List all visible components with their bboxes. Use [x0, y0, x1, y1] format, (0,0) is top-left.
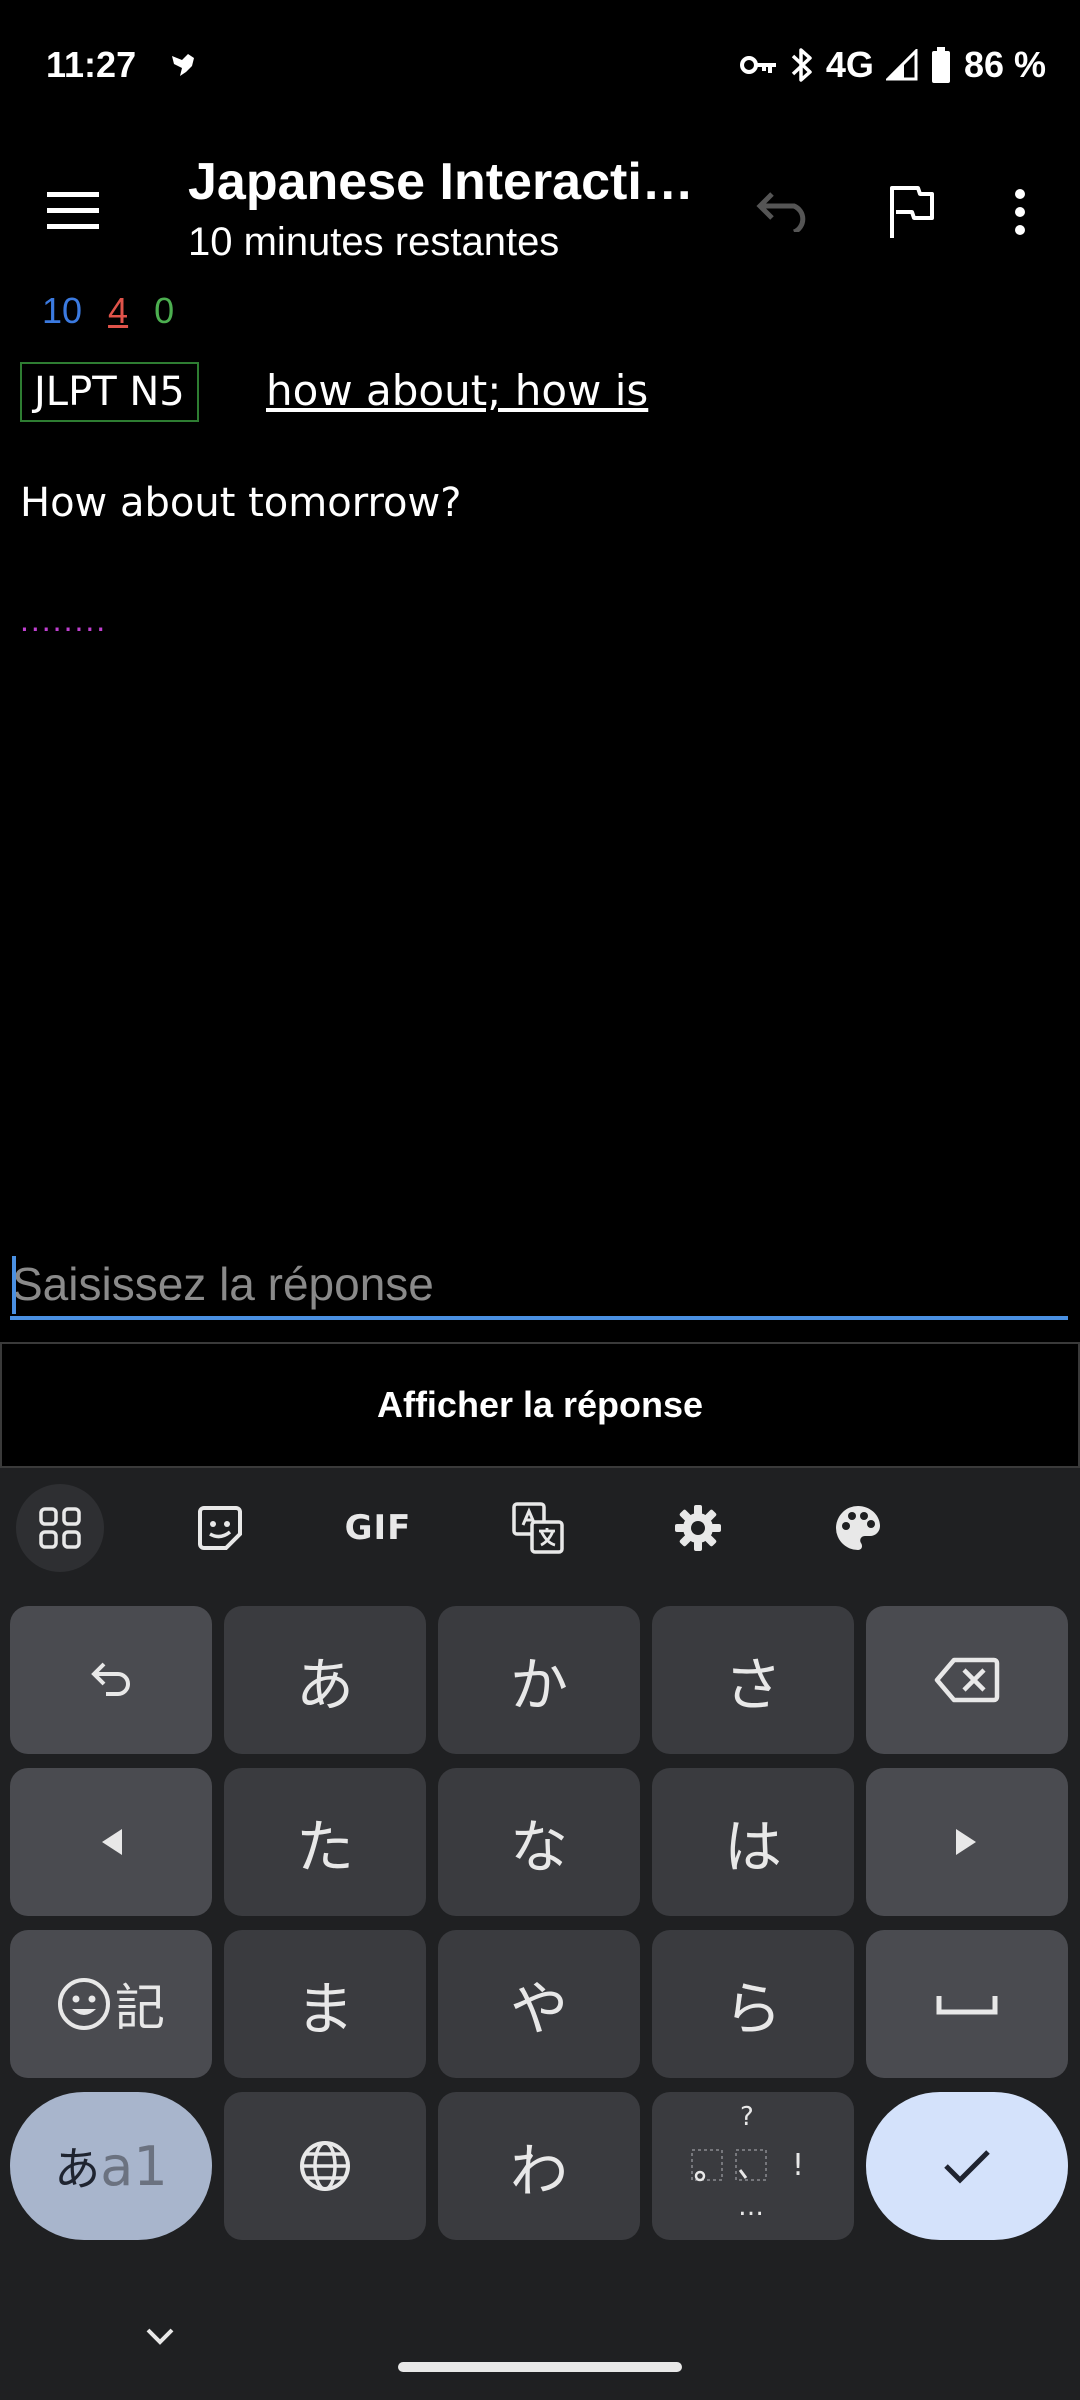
show-answer-button[interactable]: Afficher la réponse [0, 1342, 1080, 1468]
battery-icon [930, 46, 952, 84]
check-icon [944, 2150, 990, 2184]
jlpt-tag: JLPT N5 [20, 362, 199, 422]
translate-icon [512, 1502, 564, 1554]
answer-input[interactable] [10, 1252, 1068, 1320]
bluetooth-icon [790, 46, 814, 84]
enter-key[interactable] [866, 2092, 1068, 2240]
key-wa[interactable]: わ [438, 2092, 640, 2240]
more-options-button[interactable] [990, 172, 1050, 252]
card-meaning[interactable]: how about; how is [266, 366, 648, 415]
card-counts: 10 4 0 [42, 290, 174, 332]
globe-icon [300, 2141, 350, 2191]
gif-label: GIF [344, 1508, 412, 1548]
chevron-down-icon [146, 2328, 174, 2345]
deck-title: Japanese Interactiv… [188, 153, 708, 211]
flag-icon [890, 186, 934, 238]
key-ha[interactable]: は [652, 1768, 854, 1916]
language-switch-key[interactable] [224, 2092, 426, 2240]
backspace-key[interactable] [866, 1606, 1068, 1754]
punct-exclamation: ! [792, 2148, 805, 2183]
mode-alpha-label: a1 [100, 2135, 168, 2198]
palette-icon [836, 1506, 880, 1550]
status-icons: 4G 86 % [739, 40, 1046, 90]
key-na[interactable]: な [438, 1768, 640, 1916]
signal-icon [885, 49, 918, 81]
punct-ellipsis: … [738, 2192, 764, 2222]
key-a[interactable]: あ [224, 1606, 426, 1754]
kigou-label: 記 [115, 1979, 165, 2037]
keyboard-toolbar: GIF [0, 1468, 1080, 1586]
key-ma[interactable]: ま [224, 1930, 426, 2078]
network-type: 4G [825, 44, 874, 85]
input-mode-key[interactable]: あa1 [10, 2092, 212, 2240]
keyboard: GIF あ か さ た な は 記 ま や ら あa1 わ ? ! … [0, 1468, 1080, 2400]
key-ta[interactable]: た [224, 1768, 426, 1916]
card-dots: ........ [20, 602, 108, 638]
settings-button[interactable] [654, 1484, 742, 1572]
card-sentence: How about tomorrow? [20, 480, 462, 526]
undo-icon [756, 192, 806, 232]
smiley-icon [58, 1978, 110, 2030]
space-icon [936, 1996, 998, 2015]
punctuation-key[interactable]: ? ! … [652, 2092, 854, 2240]
undo-button[interactable] [744, 172, 824, 252]
space-key[interactable] [866, 1930, 1068, 2078]
translate-button[interactable] [494, 1484, 582, 1572]
cursor-right-key[interactable] [866, 1768, 1068, 1916]
key-sa[interactable]: さ [652, 1606, 854, 1754]
arrow-left-icon [102, 1829, 122, 1855]
theme-button[interactable] [814, 1484, 902, 1572]
status-time: 11:27 [46, 44, 137, 85]
gear-icon [675, 1505, 721, 1551]
sticker-button[interactable] [176, 1484, 264, 1572]
undo-key[interactable] [10, 1606, 212, 1754]
emoji-symbol-key[interactable]: 記 [10, 1930, 212, 2078]
key-ya[interactable]: や [438, 1930, 640, 2078]
undo-arrow-icon [91, 1662, 130, 1696]
text-caret [12, 1256, 16, 1314]
mode-kana-label: あ [54, 2142, 101, 2196]
new-count: 10 [42, 290, 83, 331]
vpn-key-icon [739, 52, 778, 78]
more-vert-icon [1015, 189, 1025, 235]
app-bar: Japanese Interactiv… 10 minutes restante… [0, 132, 1080, 282]
backspace-icon [934, 1657, 1000, 1703]
cursor-left-key[interactable] [10, 1768, 212, 1916]
gif-button[interactable]: GIF [334, 1484, 422, 1572]
punct-question: ? [740, 2102, 754, 2132]
status-bar: 11:27 4G 86 % [0, 0, 1080, 132]
review-count: 0 [154, 290, 175, 331]
flag-button[interactable] [872, 172, 952, 252]
apps-grid-button[interactable] [16, 1484, 104, 1572]
collapse-keyboard-button[interactable] [136, 2316, 184, 2356]
hamburger-icon [47, 192, 99, 229]
sticker-icon [198, 1506, 242, 1550]
battery-level: 86 % [963, 44, 1046, 85]
home-indicator[interactable] [398, 2362, 682, 2372]
menu-button[interactable] [34, 172, 112, 250]
key-ka[interactable]: か [438, 1606, 640, 1754]
grid-icon [39, 1507, 81, 1549]
punct-comma-period-icon [691, 2149, 767, 2182]
arrow-right-icon [956, 1829, 976, 1855]
key-ra[interactable]: ら [652, 1930, 854, 2078]
time-remaining: 10 minutes restantes [188, 220, 560, 264]
learning-count: 4 [108, 290, 129, 331]
bird-notification-icon [168, 48, 202, 82]
